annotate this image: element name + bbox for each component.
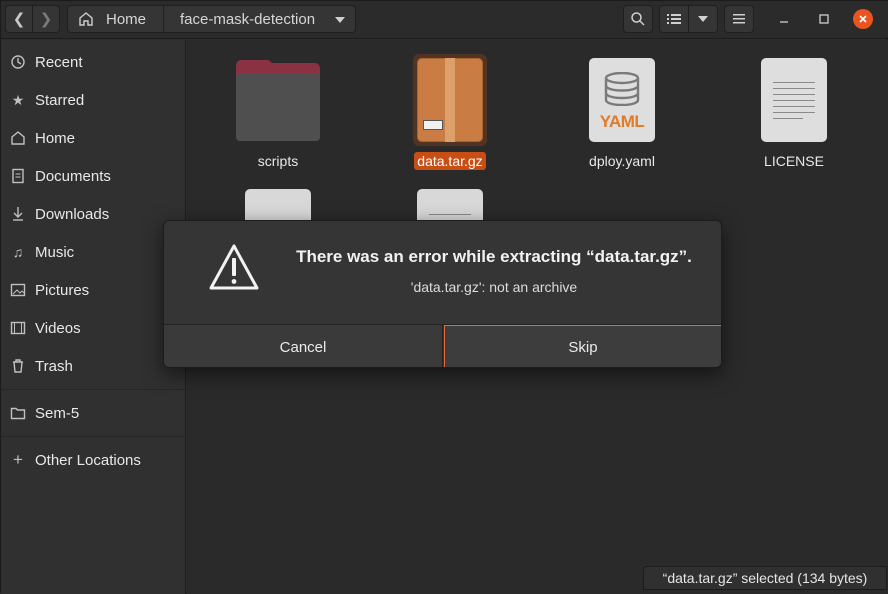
home-icon xyxy=(79,12,93,26)
forward-button[interactable]: ❯ xyxy=(32,5,60,33)
search-icon xyxy=(631,12,645,26)
file-item-license[interactable]: LICENSE xyxy=(719,148,869,171)
chevron-down-icon xyxy=(698,16,708,22)
file-name: data.tar.gz xyxy=(414,152,486,170)
folder-icon[interactable] xyxy=(236,60,320,141)
minimize-button[interactable] xyxy=(774,9,794,29)
sidebar-item-other-locations[interactable]: + Other Locations xyxy=(1,442,185,478)
sidebar-item-label: Other Locations xyxy=(35,451,141,469)
chevron-down-icon xyxy=(335,17,345,23)
clock-icon xyxy=(10,54,26,70)
sidebar-item-label: Videos xyxy=(35,319,81,337)
sidebar-item-music[interactable]: ♫ Music xyxy=(1,234,185,270)
sidebar-item-pictures[interactable]: Pictures xyxy=(1,272,185,308)
list-view-icon xyxy=(667,14,681,24)
sidebar-item-label: Pictures xyxy=(35,281,90,299)
sidebar-item-downloads[interactable]: Downloads xyxy=(1,196,185,232)
document-icon xyxy=(10,168,26,184)
breadcrumb-current-label: face-mask-detection xyxy=(180,10,316,28)
folder-icon xyxy=(10,405,26,421)
sidebar-separator xyxy=(1,389,185,390)
breadcrumb-home-label: Home xyxy=(106,10,147,28)
view-options-button[interactable] xyxy=(688,5,718,33)
skip-button[interactable]: Skip xyxy=(444,325,721,367)
home-icon xyxy=(10,130,26,146)
file-name: dploy.yaml xyxy=(589,153,655,169)
file-item-data-tar-gz[interactable]: data.tar.gz xyxy=(375,148,525,171)
cancel-button[interactable]: Cancel xyxy=(164,325,443,367)
sidebar-item-label: Downloads xyxy=(35,205,110,223)
file-name: LICENSE xyxy=(764,153,824,169)
sidebar-item-trash[interactable]: Trash xyxy=(1,348,185,384)
sidebar-item-sem-5[interactable]: Sem-5 xyxy=(1,395,185,431)
close-button[interactable] xyxy=(853,9,873,29)
barcode-icon xyxy=(423,120,443,130)
yaml-file-icon[interactable]: YAML xyxy=(589,58,655,142)
maximize-button[interactable] xyxy=(814,9,834,29)
maximize-icon xyxy=(819,14,829,24)
sidebar-item-documents[interactable]: Documents xyxy=(1,158,185,194)
minimize-icon xyxy=(780,21,788,23)
dialog-title: There was an error while extracting “dat… xyxy=(296,247,692,266)
back-button[interactable]: ❮ xyxy=(5,5,33,33)
breadcrumb-home[interactable]: Home xyxy=(67,5,164,33)
sidebar-item-label: Music xyxy=(35,243,75,261)
star-icon: ★ xyxy=(11,91,25,108)
close-icon xyxy=(859,15,867,23)
sidebar-item-starred[interactable]: ★ Starred xyxy=(1,82,185,118)
file-manager-window: ❮ ❯ Home face-mask-detection Recent ★ St… xyxy=(0,0,888,594)
trash-icon xyxy=(10,358,26,374)
menu-button[interactable] xyxy=(724,5,754,33)
search-button[interactable] xyxy=(623,5,653,33)
yaml-badge: YAML xyxy=(599,112,645,131)
chevron-right-icon: ❯ xyxy=(39,11,53,28)
breadcrumb-current[interactable]: face-mask-detection xyxy=(163,5,356,33)
sidebar: Recent ★ Starred Home Documents Download… xyxy=(1,40,186,594)
selection-status: “data.tar.gz” selected (134 bytes) xyxy=(643,566,887,590)
chevron-left-icon: ❮ xyxy=(12,11,26,28)
sidebar-item-label: Recent xyxy=(35,53,83,71)
sidebar-item-label: Documents xyxy=(35,167,111,185)
plus-icon: + xyxy=(13,450,23,469)
sidebar-item-label: Sem-5 xyxy=(35,404,80,422)
sidebar-item-label: Trash xyxy=(35,357,73,375)
file-item-scripts[interactable]: scripts xyxy=(203,148,353,171)
dialog-message: 'data.tar.gz': not an archive xyxy=(410,279,578,295)
sidebar-item-label: Home xyxy=(35,129,76,147)
warning-icon xyxy=(209,244,259,290)
sidebar-item-videos[interactable]: Videos xyxy=(1,310,185,346)
sidebar-separator xyxy=(1,436,185,437)
text-file-icon[interactable] xyxy=(761,58,827,142)
header-bar: ❮ ❯ Home face-mask-detection xyxy=(1,1,888,39)
picture-icon xyxy=(10,282,26,298)
hamburger-icon xyxy=(733,14,745,24)
list-view-button[interactable] xyxy=(659,5,689,33)
sidebar-item-label: Starred xyxy=(35,91,85,109)
sidebar-item-home[interactable]: Home xyxy=(1,120,185,156)
archive-icon[interactable] xyxy=(417,58,483,142)
dialog-button-row: Cancel Skip xyxy=(164,324,721,367)
database-icon xyxy=(604,72,640,106)
video-icon xyxy=(10,320,26,336)
file-name: scripts xyxy=(257,153,299,169)
extract-error-dialog: There was an error while extracting “dat… xyxy=(163,220,722,368)
sidebar-item-recent[interactable]: Recent xyxy=(1,44,185,80)
file-item-dploy-yaml[interactable]: dploy.yaml xyxy=(547,148,697,171)
music-icon: ♫ xyxy=(12,244,24,260)
download-icon xyxy=(10,206,26,222)
